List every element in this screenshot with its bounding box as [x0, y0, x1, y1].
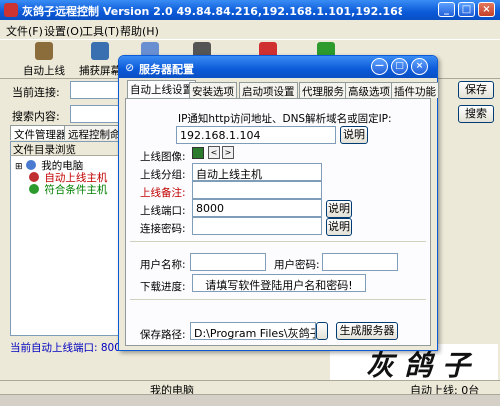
tab-plugin-features[interactable]: 插件功能: [391, 82, 439, 98]
host-icon: [29, 172, 39, 182]
maximize-button[interactable]: □: [458, 2, 475, 17]
tab-remote-commands[interactable]: 远程控制命令: [64, 125, 126, 140]
auto-online-button[interactable]: 自动上线: [14, 42, 74, 78]
port-input[interactable]: 8000: [192, 199, 322, 217]
menu-file[interactable]: 文件(F): [6, 23, 43, 39]
group-label: 上线分组:: [140, 169, 186, 181]
save-path-label: 保存路径:: [140, 329, 186, 341]
menu-settings[interactable]: 设置(O): [44, 23, 83, 39]
tab-startup-settings[interactable]: 启动项设置: [239, 82, 298, 98]
computer-icon: [192, 147, 204, 159]
save-path-input[interactable]: D:\Program Files\灰鸽子远程控: [190, 322, 316, 340]
dialog-minimize-button[interactable]: —: [371, 58, 388, 75]
remark-input[interactable]: [192, 181, 322, 199]
tab-auto-online-settings[interactable]: 自动上线设置: [127, 80, 196, 98]
save-button[interactable]: 保存: [458, 81, 494, 99]
auto-online-icon: [35, 42, 53, 60]
main-title: 灰鸽子远程控制 Version 2.0 49.84.84.216,192.168…: [22, 5, 402, 18]
divider: [130, 299, 426, 300]
group-input[interactable]: 自动上线主机: [192, 163, 322, 181]
server-config-dialog: ⊘ 服务器配置 — □ × 自动上线设置 安装选项 启动项设置 代理服务 高级选…: [118, 55, 439, 351]
bottom-strip: [0, 394, 500, 406]
next-icon-button[interactable]: >: [222, 146, 234, 159]
dialog-tabs: 自动上线设置 安装选项 启动项设置 代理服务 高级选项 插件功能: [127, 80, 439, 98]
capture-screen-icon: [91, 42, 109, 60]
username-label: 用户名称:: [140, 259, 186, 271]
remark-label: 上线备注:: [140, 187, 186, 199]
icon-label: 上线图像:: [140, 151, 186, 163]
divider: [130, 241, 426, 242]
password-label: 连接密码:: [140, 223, 186, 235]
globe-icon: [29, 184, 39, 194]
close-button[interactable]: ×: [478, 2, 495, 17]
dialog-body: IP通知http访问地址、DNS解析域名或固定IP: 192.168.1.104…: [125, 98, 431, 346]
app-icon: [4, 3, 18, 17]
ip-input[interactable]: 192.168.1.104: [176, 126, 336, 144]
tree-item-matching-hosts[interactable]: 符合条件主机: [29, 182, 107, 197]
userpwd-input[interactable]: [322, 253, 398, 271]
main-tabs: 文件管理器 远程控制命令: [10, 125, 126, 141]
password-input[interactable]: [192, 217, 322, 235]
menu-tools[interactable]: 工具(T): [82, 23, 119, 39]
tab-file-manager[interactable]: 文件管理器: [10, 125, 71, 141]
dialog-close-button[interactable]: ×: [411, 58, 428, 75]
ip-hint: IP通知http访问地址、DNS解析域名或固定IP:: [178, 113, 392, 125]
ip-explain-button[interactable]: 说明: [340, 126, 368, 144]
generate-server-button[interactable]: 生成服务器: [336, 322, 398, 340]
browse-button[interactable]: [316, 322, 328, 340]
userpwd-label: 用户密码:: [274, 259, 320, 271]
menu-help[interactable]: 帮助(H): [120, 23, 159, 39]
password-explain-button[interactable]: 说明: [326, 218, 352, 236]
dialog-maximize-button[interactable]: □: [391, 58, 408, 75]
download-progress-bar: 请填写软件登陆用户名和密码!: [192, 274, 366, 292]
menu-bar: 文件(F) 设置(O) 工具(T) 帮助(H): [0, 20, 500, 39]
computer-icon: [25, 160, 36, 170]
dialog-title: 服务器配置: [139, 63, 194, 76]
tab-proxy-service[interactable]: 代理服务: [299, 82, 347, 98]
current-connection-label: 当前连接:: [12, 86, 60, 99]
username-input[interactable]: [190, 253, 266, 271]
tree-item-label: 符合条件主机: [44, 184, 108, 196]
progress-label: 下载进度:: [140, 281, 186, 293]
minimize-button[interactable]: _: [438, 2, 455, 17]
prev-icon-button[interactable]: <: [208, 146, 220, 159]
auto-online-port-status: 当前自动上线端口: 8000: [10, 342, 128, 354]
dialog-icon: ⊘: [125, 61, 135, 74]
status-bar: 我的电脑 自动上线: 0台: [0, 380, 500, 397]
tab-install-options[interactable]: 安装选项: [189, 82, 237, 98]
expand-icon[interactable]: ⊞: [15, 162, 23, 172]
tab-advanced-options[interactable]: 高级选项: [345, 82, 393, 98]
port-label: 上线端口:: [140, 205, 186, 217]
search-label: 搜索内容:: [12, 110, 60, 123]
dialog-title-bar: ⊘ 服务器配置 — □ ×: [119, 56, 437, 78]
tree-header: 文件目录浏览: [11, 142, 121, 156]
port-explain-button[interactable]: 说明: [326, 200, 352, 218]
main-title-bar: 灰鸽子远程控制 Version 2.0 49.84.84.216,192.168…: [0, 0, 500, 20]
search-button[interactable]: 搜索: [458, 105, 494, 123]
auto-online-label: 自动上线: [23, 65, 65, 77]
file-tree-panel: 文件目录浏览 ⊞ 我的电脑 自动上线主机 符合条件主机: [10, 141, 122, 336]
